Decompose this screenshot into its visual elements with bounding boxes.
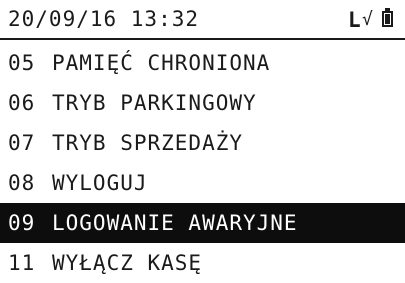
menu-item-label: WYLOGUJ — [52, 171, 148, 195]
fiscal-terminal-screen: 20/09/16 13:32 L √ 05 PAMIĘĆ CHRONIONA 06… — [0, 0, 405, 283]
menu-item-number: 07 — [8, 131, 36, 155]
menu-item-tryb-sprzedazy[interactable]: 07 TRYB SPRZEDAŻY — [0, 123, 405, 163]
menu-list: 05 PAMIĘĆ CHRONIONA 06 TRYB PARKINGOWY 07 T… — [0, 43, 405, 283]
menu-item-number: 05 — [8, 51, 36, 75]
menu-item-pamiec-chroniona[interactable]: 05 PAMIĘĆ CHRONIONA — [0, 43, 405, 83]
status-bar: 20/09/16 13:32 L √ — [0, 0, 405, 40]
menu-item-number: 11 — [8, 251, 36, 275]
menu-item-label: LOGOWANIE AWARYJNE — [52, 211, 298, 235]
menu-item-label: PAMIĘĆ CHRONIONA — [52, 51, 271, 75]
login-indicator: L — [348, 8, 361, 32]
menu-item-tryb-parkingowy[interactable]: 06 TRYB PARKINGOWY — [0, 83, 405, 123]
menu-item-label: WYŁĄCZ KASĘ — [52, 251, 203, 275]
menu-item-wyloguj[interactable]: 08 WYLOGUJ — [0, 163, 405, 203]
battery-icon — [382, 8, 393, 27]
menu-item-label: TRYB PARKINGOWY — [52, 91, 257, 115]
menu-item-number: 09 — [8, 211, 36, 235]
date-time: 20/09/16 13:32 — [8, 7, 200, 31]
menu-item-label: TRYB SPRZEDAŻY — [52, 131, 244, 155]
check-icon: √ — [362, 9, 373, 30]
menu-item-logowanie-awaryjne[interactable]: 09 LOGOWANIE AWARYJNE — [0, 203, 405, 243]
menu-item-wylacz-kase[interactable]: 11 WYŁĄCZ KASĘ — [0, 243, 405, 283]
menu-item-number: 08 — [8, 171, 36, 195]
menu-item-number: 06 — [8, 91, 36, 115]
